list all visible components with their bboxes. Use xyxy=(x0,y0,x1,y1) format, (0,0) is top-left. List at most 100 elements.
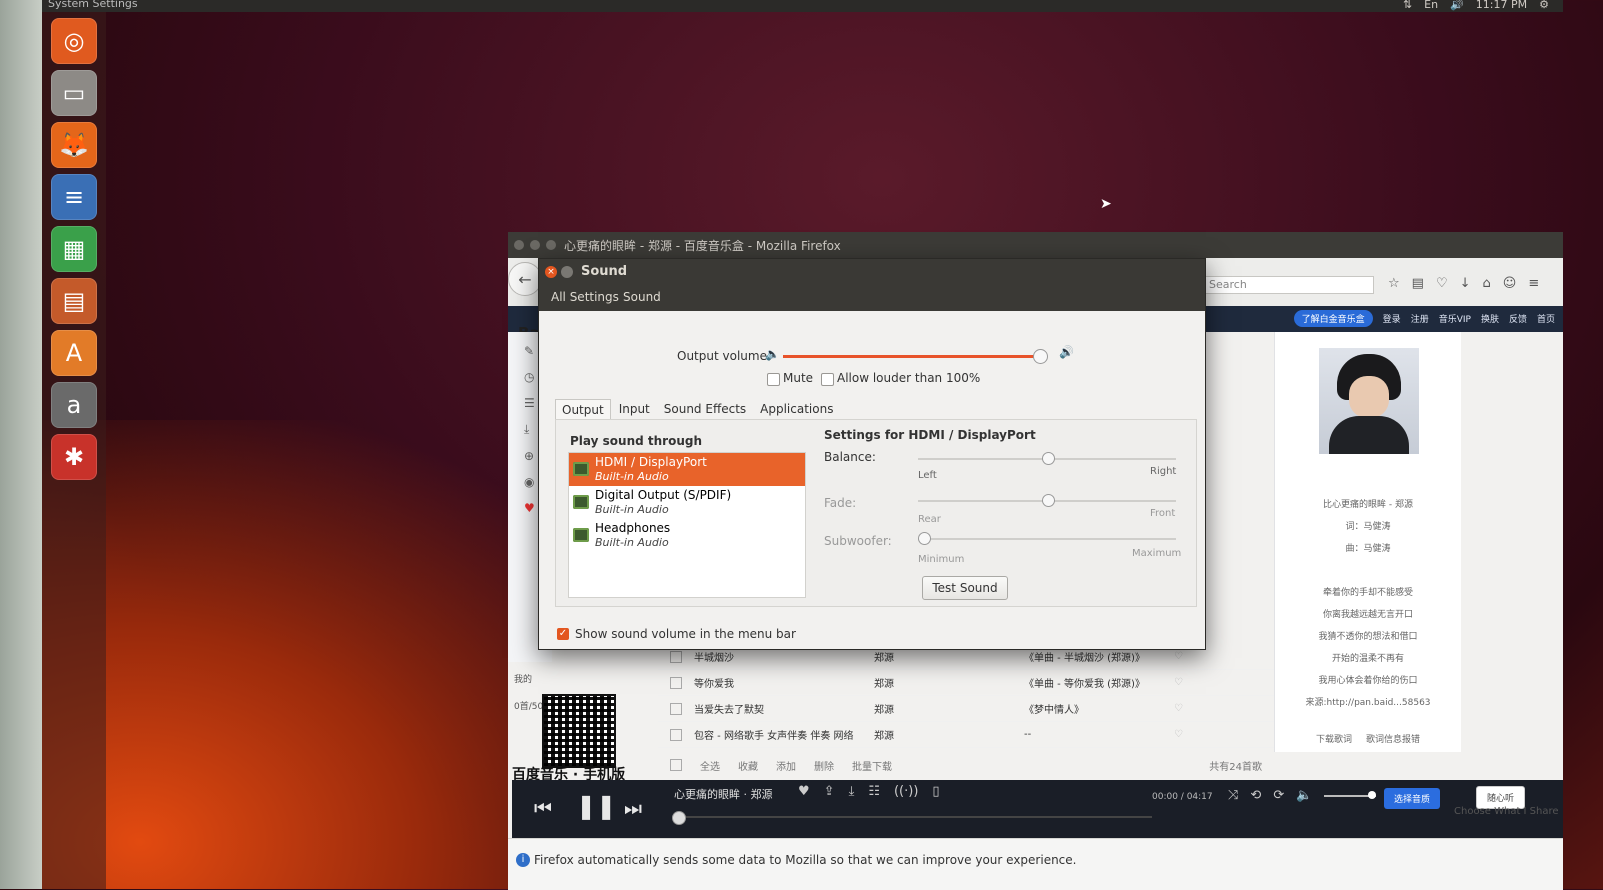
favorite-heart-icon[interactable]: ♡ xyxy=(1174,703,1204,714)
song-artist[interactable]: 郑源 xyxy=(874,649,1024,664)
subwoofer-slider[interactable] xyxy=(918,538,1176,540)
song-title[interactable]: 等你爱我 xyxy=(694,675,874,690)
register-link[interactable]: 注册 xyxy=(1411,312,1429,325)
song-album[interactable]: 《单曲 - 等你爱我 (郑源)》 xyxy=(1024,675,1174,690)
mute-checkbox[interactable] xyxy=(767,373,780,386)
row-checkbox[interactable] xyxy=(670,702,682,715)
amazon-icon[interactable]: a xyxy=(51,382,97,428)
previous-icon[interactable]: ⏮ xyxy=(534,796,552,820)
song-album[interactable]: 《梦中情人》 xyxy=(1024,701,1174,716)
song-title[interactable]: 半城烟沙 xyxy=(694,649,874,664)
choose-what-i-share-button[interactable]: Choose What I Share xyxy=(1454,806,1559,817)
song-title[interactable]: 当爱失去了默契 xyxy=(694,701,874,716)
table-row[interactable]: 包容 - 网络歌手 女声伴奏 伴奏 网络 郑源 -- ♡ xyxy=(658,722,1276,748)
fade-knob[interactable] xyxy=(1042,494,1055,507)
pocket-icon[interactable]: ♡ xyxy=(1436,276,1448,291)
search-input[interactable]: Search xyxy=(1202,276,1374,294)
tab-input[interactable]: Input xyxy=(613,399,656,420)
player-volume-icon[interactable]: 🔈 xyxy=(1296,788,1312,803)
quality-button[interactable]: 选择音质 xyxy=(1384,788,1441,809)
volume-icon[interactable]: 🔊 xyxy=(1450,0,1464,11)
tab-applications[interactable]: Applications xyxy=(754,399,839,420)
next-icon[interactable]: ⏭ xyxy=(624,796,642,820)
all-settings-button[interactable]: All Settings xyxy=(547,290,623,304)
row-checkbox[interactable] xyxy=(670,650,682,663)
select-all-label[interactable]: 全选 xyxy=(700,758,720,773)
bookmark-star-icon[interactable]: ☆ xyxy=(1388,276,1400,291)
device-item[interactable]: Digital Output (S/PDIF) Built-in Audio xyxy=(569,486,805,519)
vip-link[interactable]: 音乐VIP xyxy=(1439,312,1471,325)
show-volume-checkbox[interactable]: ✓ xyxy=(557,628,569,640)
favorite-heart-icon[interactable]: ♡ xyxy=(1174,729,1204,740)
downloads-icon[interactable]: ↓ xyxy=(1460,276,1471,291)
broadcast-icon[interactable]: ((·)) xyxy=(894,784,918,799)
repeat-icon[interactable]: ⟲ xyxy=(1250,788,1261,803)
song-artist[interactable]: 郑源 xyxy=(874,701,1024,716)
allow-louder-checkbox[interactable] xyxy=(821,373,834,386)
like-icon[interactable]: ♥ xyxy=(798,784,810,799)
pause-icon[interactable]: ❚❚ xyxy=(576,792,616,820)
player-volume-slider[interactable] xyxy=(1324,790,1377,799)
row-checkbox[interactable] xyxy=(670,676,682,689)
skin-link[interactable]: 换肤 xyxy=(1481,312,1499,325)
software-center-icon[interactable]: A xyxy=(51,330,97,376)
keyboard-layout-icon[interactable]: En xyxy=(1424,0,1438,11)
system-settings-icon[interactable]: ✱ xyxy=(51,434,97,480)
dash-icon[interactable]: ◎ xyxy=(51,18,97,64)
calc-icon[interactable]: ▦ xyxy=(51,226,97,272)
files-icon[interactable]: ▭ xyxy=(51,70,97,116)
network-icon[interactable]: ⇅ xyxy=(1403,0,1412,11)
song-album[interactable]: -- xyxy=(1024,729,1174,740)
back-button[interactable]: ← xyxy=(508,262,542,296)
batch-download-button[interactable]: 批量下载 xyxy=(852,758,892,773)
favorite-heart-icon[interactable]: ♡ xyxy=(1174,651,1204,662)
minimize-icon[interactable] xyxy=(561,266,573,278)
progress-bar[interactable] xyxy=(672,811,1152,825)
tab-sound-effects[interactable]: Sound Effects xyxy=(658,399,752,420)
firefox-icon[interactable]: 🦊 xyxy=(51,122,97,168)
close-icon[interactable]: × xyxy=(545,266,557,278)
device-item[interactable]: HDMI / DisplayPort Built-in Audio xyxy=(569,453,805,486)
table-row[interactable]: 当爱失去了默契 郑源 《梦中情人》 ♡ xyxy=(658,696,1276,722)
minimize-window-icon[interactable] xyxy=(530,240,540,250)
home-link[interactable]: 首页 xyxy=(1537,312,1555,325)
login-link[interactable]: 登录 xyxy=(1383,312,1401,325)
tab-output[interactable]: Output xyxy=(555,399,611,420)
loop-icon[interactable]: ⟳ xyxy=(1273,788,1284,803)
platinum-box-button[interactable]: 了解白金音乐盒 xyxy=(1293,310,1373,327)
mobile-icon[interactable]: ▯ xyxy=(932,784,939,799)
feedback-link[interactable]: 反馈 xyxy=(1509,312,1527,325)
maximize-window-icon[interactable] xyxy=(546,240,556,250)
session-gear-icon[interactable]: ⚙ xyxy=(1539,0,1549,11)
output-volume-slider[interactable] xyxy=(783,355,1040,358)
impress-icon[interactable]: ▤ xyxy=(51,278,97,324)
select-all-checkbox[interactable] xyxy=(670,759,682,771)
test-sound-button[interactable]: Test Sound xyxy=(922,576,1008,600)
crumb-sound[interactable]: Sound xyxy=(619,290,665,304)
collect-button[interactable]: 收藏 xyxy=(738,758,758,773)
delete-button[interactable]: 删除 xyxy=(814,758,834,773)
table-row[interactable]: 等你爱我 郑源 《单曲 - 等你爱我 (郑源)》 ♡ xyxy=(658,670,1276,696)
writer-icon[interactable]: ≡ xyxy=(51,174,97,220)
progress-knob[interactable] xyxy=(672,811,686,825)
reading-list-icon[interactable]: ▤ xyxy=(1412,276,1424,291)
song-album[interactable]: 《单曲 - 半城烟沙 (郑源)》 xyxy=(1024,649,1174,664)
hello-icon[interactable]: ☺ xyxy=(1503,276,1517,291)
song-title[interactable]: 包容 - 网络歌手 女声伴奏 伴奏 网络 xyxy=(694,727,874,742)
clock[interactable]: 11:17 PM xyxy=(1476,0,1527,11)
device-item[interactable]: Headphones Built-in Audio xyxy=(569,519,805,552)
report-lyrics-link[interactable]: 歌词信息报错 xyxy=(1366,732,1420,745)
row-checkbox[interactable] xyxy=(670,728,682,741)
balance-knob[interactable] xyxy=(1042,452,1055,465)
song-artist[interactable]: 郑源 xyxy=(874,727,1024,742)
subwoofer-knob[interactable] xyxy=(918,532,931,545)
close-window-icon[interactable] xyxy=(514,240,524,250)
share-icon[interactable]: ⇪ xyxy=(824,784,835,799)
download-lyrics-link[interactable]: 下载歌词 xyxy=(1316,732,1352,745)
equalizer-icon[interactable]: ☷ xyxy=(868,784,880,799)
download-song-icon[interactable]: ⤓ xyxy=(849,784,855,799)
add-button[interactable]: 添加 xyxy=(776,758,796,773)
shuffle-icon[interactable]: ⤨ xyxy=(1228,788,1238,803)
home-icon[interactable]: ⌂ xyxy=(1483,276,1491,291)
menu-icon[interactable]: ≡ xyxy=(1528,276,1539,291)
